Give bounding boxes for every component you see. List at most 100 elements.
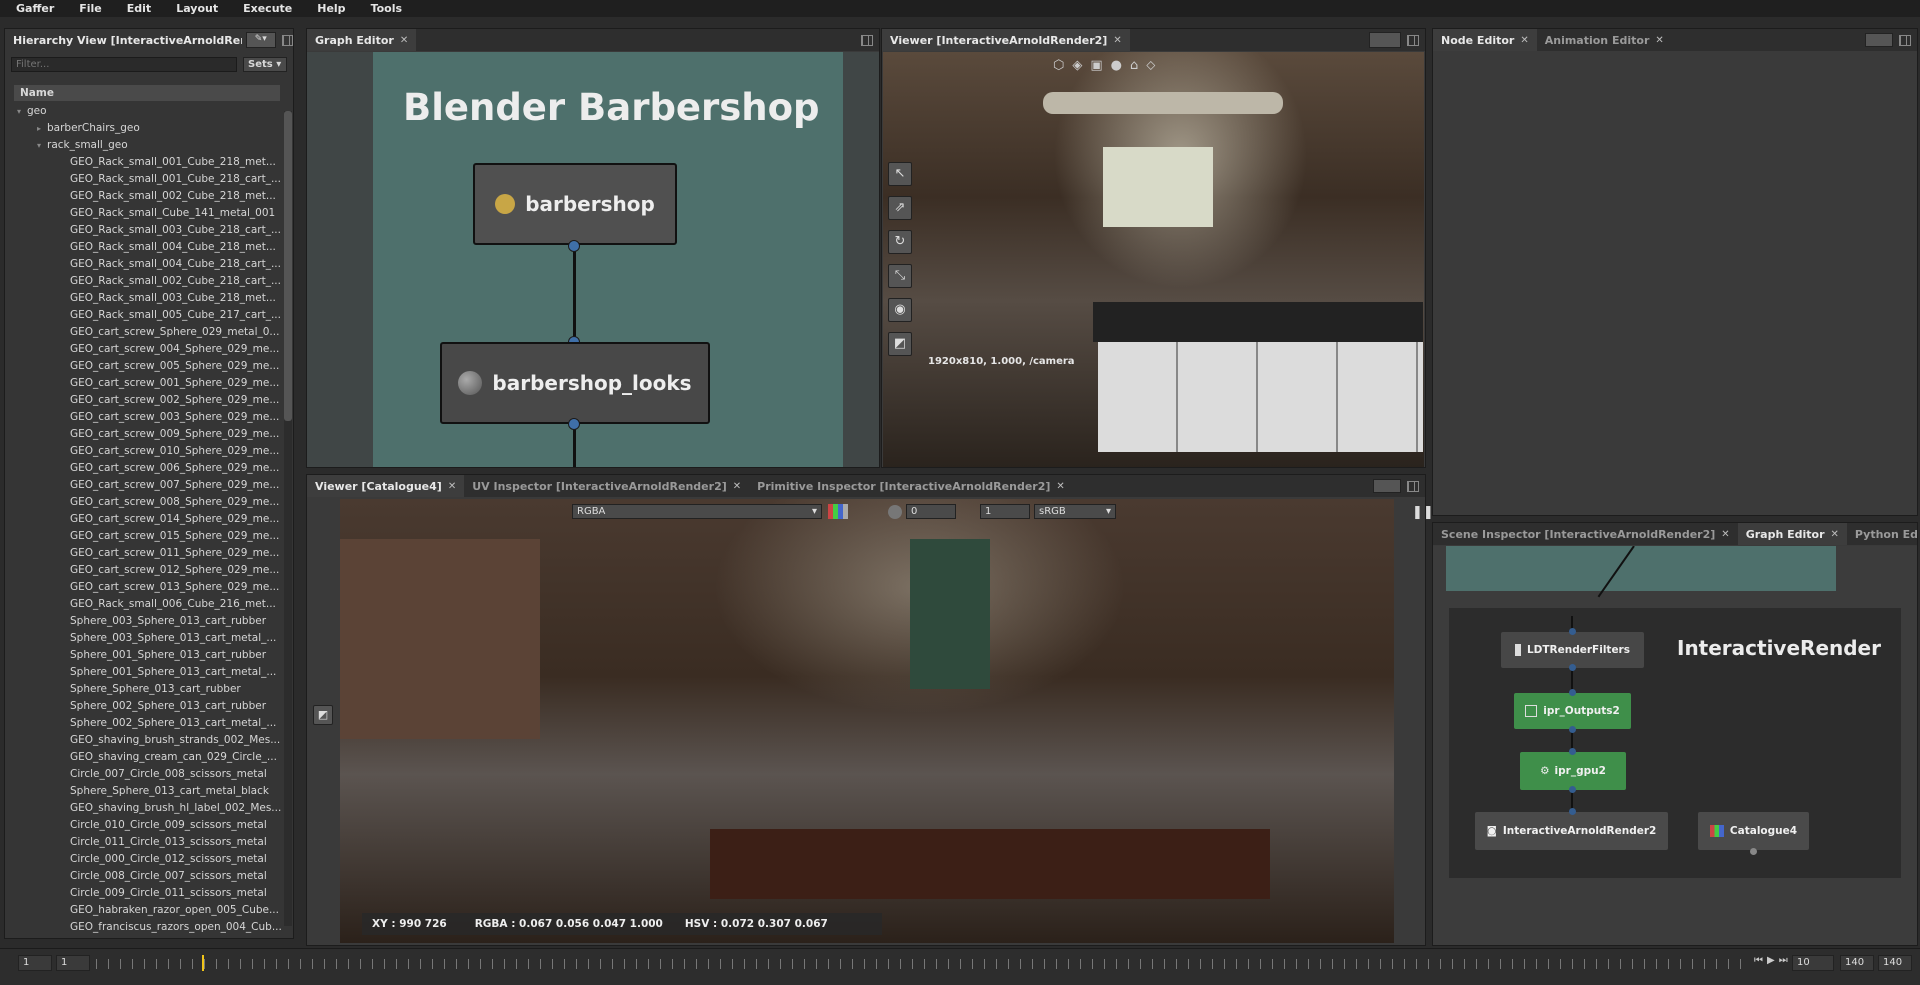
tree-row[interactable]: GEO_habraken_razor_open_005_Cube... bbox=[17, 902, 285, 919]
close-icon[interactable]: ✕ bbox=[733, 481, 741, 492]
pin-icon[interactable]: ✎▾ bbox=[245, 32, 276, 48]
tree-row[interactable]: GEO_cart_screw_001_Sphere_029_me... bbox=[17, 375, 285, 392]
pin-icon[interactable] bbox=[1865, 33, 1893, 47]
tab-node-editor[interactable]: Node Editor ✕ bbox=[1433, 29, 1537, 51]
step-back-icon[interactable]: ⏮ bbox=[1754, 955, 1763, 966]
menu-file[interactable]: File bbox=[63, 2, 111, 15]
wireframe-icon[interactable]: ◈ bbox=[1072, 58, 1082, 73]
viewport-3d[interactable]: 1920x810, 1.000, /camera ⬡ ◈ ▣ ● ⌂ ⬦ ↖ ⇗… bbox=[883, 52, 1424, 467]
camera-icon[interactable]: ⌂ bbox=[1130, 58, 1138, 73]
close-icon[interactable]: ✕ bbox=[1113, 35, 1121, 46]
tree-row[interactable]: Sphere_Sphere_013_cart_metal_black bbox=[17, 783, 285, 800]
sets-dropdown[interactable]: Sets ▾ bbox=[243, 56, 287, 72]
menu-layout[interactable]: Layout bbox=[160, 2, 227, 15]
hierarchy-scrollbar[interactable] bbox=[284, 111, 292, 926]
tree-row[interactable]: GEO_cart_screw_Sphere_029_metal_0... bbox=[17, 324, 285, 341]
node-ipr-outputs2[interactable]: ipr_Outputs2 bbox=[1514, 693, 1631, 729]
rotate-tool-icon[interactable]: ↻ bbox=[888, 230, 912, 254]
tree-row[interactable]: Circle_000_Circle_012_scissors_metal bbox=[17, 851, 285, 868]
tab-animation-editor[interactable]: Animation Editor ✕ bbox=[1537, 29, 1672, 51]
tree-row[interactable]: Sphere_002_Sphere_013_cart_metal_... bbox=[17, 715, 285, 732]
menu-help[interactable]: Help bbox=[301, 2, 354, 15]
tree-row[interactable]: GEO_Rack_small_001_Cube_218_cart_... bbox=[17, 171, 285, 188]
exposure-field[interactable]: 0 bbox=[906, 504, 956, 519]
frame-field[interactable]: 10 bbox=[1792, 955, 1834, 971]
cube-icon[interactable]: ▣ bbox=[1090, 58, 1102, 73]
tree-row[interactable]: ▸ barberChairs_geo bbox=[17, 120, 285, 137]
tree-row[interactable]: GEO_shaving_brush_hl_label_002_Mes... bbox=[17, 800, 285, 817]
tree-row[interactable]: GEO_Rack_small_005_Cube_217_cart_... bbox=[17, 307, 285, 324]
input-plug[interactable] bbox=[1569, 808, 1576, 815]
shading-mode-icon[interactable]: ⬡ bbox=[1053, 58, 1064, 73]
hierarchy-column-header[interactable]: Name bbox=[14, 85, 280, 101]
end-frame-field[interactable]: 140 bbox=[1840, 955, 1874, 971]
tab-scene-inspector[interactable]: Scene Inspector [InteractiveArnoldRender… bbox=[1433, 523, 1738, 545]
layout-menu-icon[interactable] bbox=[1407, 34, 1419, 46]
tree-row[interactable]: Circle_010_Circle_009_scissors_metal bbox=[17, 817, 285, 834]
tree-row[interactable]: GEO_cart_screw_002_Sphere_029_me... bbox=[17, 392, 285, 409]
tree-row[interactable]: GEO_Rack_small_Cube_141_metal_001 bbox=[17, 205, 285, 222]
node-barbershop-looks[interactable]: barbershop_looks bbox=[440, 342, 710, 424]
tab-viewer-top[interactable]: Viewer [InteractiveArnoldRender2] ✕ bbox=[882, 29, 1130, 51]
tree-row[interactable]: Circle_007_Circle_008_scissors_metal bbox=[17, 766, 285, 783]
tab-uv-inspector[interactable]: UV Inspector [InteractiveArnoldRender2] ✕ bbox=[464, 475, 749, 497]
collapse-arrow-icon[interactable]: ▸ bbox=[37, 120, 47, 137]
play-icon[interactable]: ▶ bbox=[1767, 955, 1775, 966]
crop-tool-icon[interactable]: ◩ bbox=[888, 332, 912, 356]
channel-select[interactable]: RGBA ▾ bbox=[572, 504, 822, 519]
close-icon[interactable]: ✕ bbox=[400, 35, 408, 46]
output-plug[interactable] bbox=[1569, 664, 1576, 671]
colorspace-select[interactable]: sRGB ▾ bbox=[1034, 504, 1116, 519]
crop-tool-icon[interactable]: ◩ bbox=[313, 705, 333, 725]
menu-tools[interactable]: Tools bbox=[355, 2, 411, 15]
layout-menu-icon[interactable] bbox=[1899, 34, 1911, 46]
tree-row[interactable]: GEO_cart_screw_003_Sphere_029_me... bbox=[17, 409, 285, 426]
tree-row[interactable]: GEO_cart_screw_005_Sphere_029_me... bbox=[17, 358, 285, 375]
tab-hierarchy-view[interactable]: Hierarchy View [InteractiveArnoldRende bbox=[5, 29, 242, 51]
tree-row[interactable]: Sphere_001_Sphere_013_cart_rubber bbox=[17, 647, 285, 664]
scrollbar-thumb[interactable] bbox=[284, 111, 292, 421]
tree-row[interactable]: Sphere_Sphere_013_cart_rubber bbox=[17, 681, 285, 698]
menu-gaffer[interactable]: Gaffer bbox=[0, 2, 63, 15]
tree-row[interactable]: GEO_Rack_small_003_Cube_218_met... bbox=[17, 290, 285, 307]
camera-menu-icon[interactable] bbox=[1369, 32, 1401, 48]
color-channels-icon[interactable] bbox=[828, 504, 848, 519]
close-icon[interactable]: ✕ bbox=[448, 481, 456, 492]
tree-row[interactable]: Sphere_002_Sphere_013_cart_rubber bbox=[17, 698, 285, 715]
tree-row[interactable]: GEO_Rack_small_004_Cube_218_cart_... bbox=[17, 256, 285, 273]
tree-row[interactable]: GEO_Rack_small_006_Cube_216_met... bbox=[17, 596, 285, 613]
playhead[interactable] bbox=[202, 955, 205, 971]
output-plug[interactable] bbox=[1569, 786, 1576, 793]
tree-row[interactable]: GEO_cart_screw_008_Sphere_029_me... bbox=[17, 494, 285, 511]
output-plug[interactable] bbox=[568, 418, 580, 430]
step-forward-icon[interactable]: ⏭ bbox=[1779, 955, 1788, 966]
tree-row[interactable]: Sphere_003_Sphere_013_cart_metal_... bbox=[17, 630, 285, 647]
close-icon[interactable]: ✕ bbox=[1520, 35, 1528, 46]
tree-row[interactable]: GEO_franciscus_razors_open_004_Cub... bbox=[17, 919, 285, 936]
input-plug[interactable] bbox=[1569, 748, 1576, 755]
output-plug[interactable] bbox=[1569, 726, 1576, 733]
tab-primitive-inspector[interactable]: Primitive Inspector [InteractiveArnoldRe… bbox=[749, 475, 1073, 497]
menu-edit[interactable]: Edit bbox=[111, 2, 160, 15]
tree-row[interactable]: GEO_cart_screw_015_Sphere_029_me... bbox=[17, 528, 285, 545]
tree-row[interactable]: Sphere_001_Sphere_013_cart_metal_... bbox=[17, 664, 285, 681]
tab-graph-editor-bottom[interactable]: Graph Editor ✕ bbox=[1737, 523, 1847, 545]
range-end-field[interactable]: 140 bbox=[1878, 955, 1912, 971]
exposure-icon[interactable] bbox=[888, 505, 902, 519]
tab-graph-editor[interactable]: Graph Editor ✕ bbox=[307, 29, 417, 51]
input-plug[interactable] bbox=[1569, 689, 1576, 696]
tab-python-editor[interactable]: Python Edito bbox=[1847, 523, 1917, 545]
camera-tool-icon[interactable]: ◉ bbox=[888, 298, 912, 322]
tree-row[interactable]: ▾ rack_small_geo bbox=[17, 137, 285, 154]
tree-row[interactable]: GEO_cart_screw_010_Sphere_029_me... bbox=[17, 443, 285, 460]
close-icon[interactable]: ✕ bbox=[1655, 35, 1663, 46]
expand-arrow-icon[interactable]: ▾ bbox=[17, 103, 27, 120]
tree-row[interactable]: GEO_cart_screw_013_Sphere_029_me... bbox=[17, 579, 285, 596]
tree-row[interactable]: GEO_cart_screw_014_Sphere_029_me... bbox=[17, 511, 285, 528]
tree-row[interactable]: ▾ geo bbox=[17, 103, 285, 120]
translate-tool-icon[interactable]: ⇗ bbox=[888, 196, 912, 220]
tree-row[interactable]: GEO_Rack_small_003_Cube_218_cart_... bbox=[17, 222, 285, 239]
tree-row[interactable]: GEO_cart_screw_007_Sphere_029_me... bbox=[17, 477, 285, 494]
menu-execute[interactable]: Execute bbox=[227, 2, 301, 15]
tree-row[interactable]: Circle_008_Circle_007_scissors_metal bbox=[17, 868, 285, 885]
